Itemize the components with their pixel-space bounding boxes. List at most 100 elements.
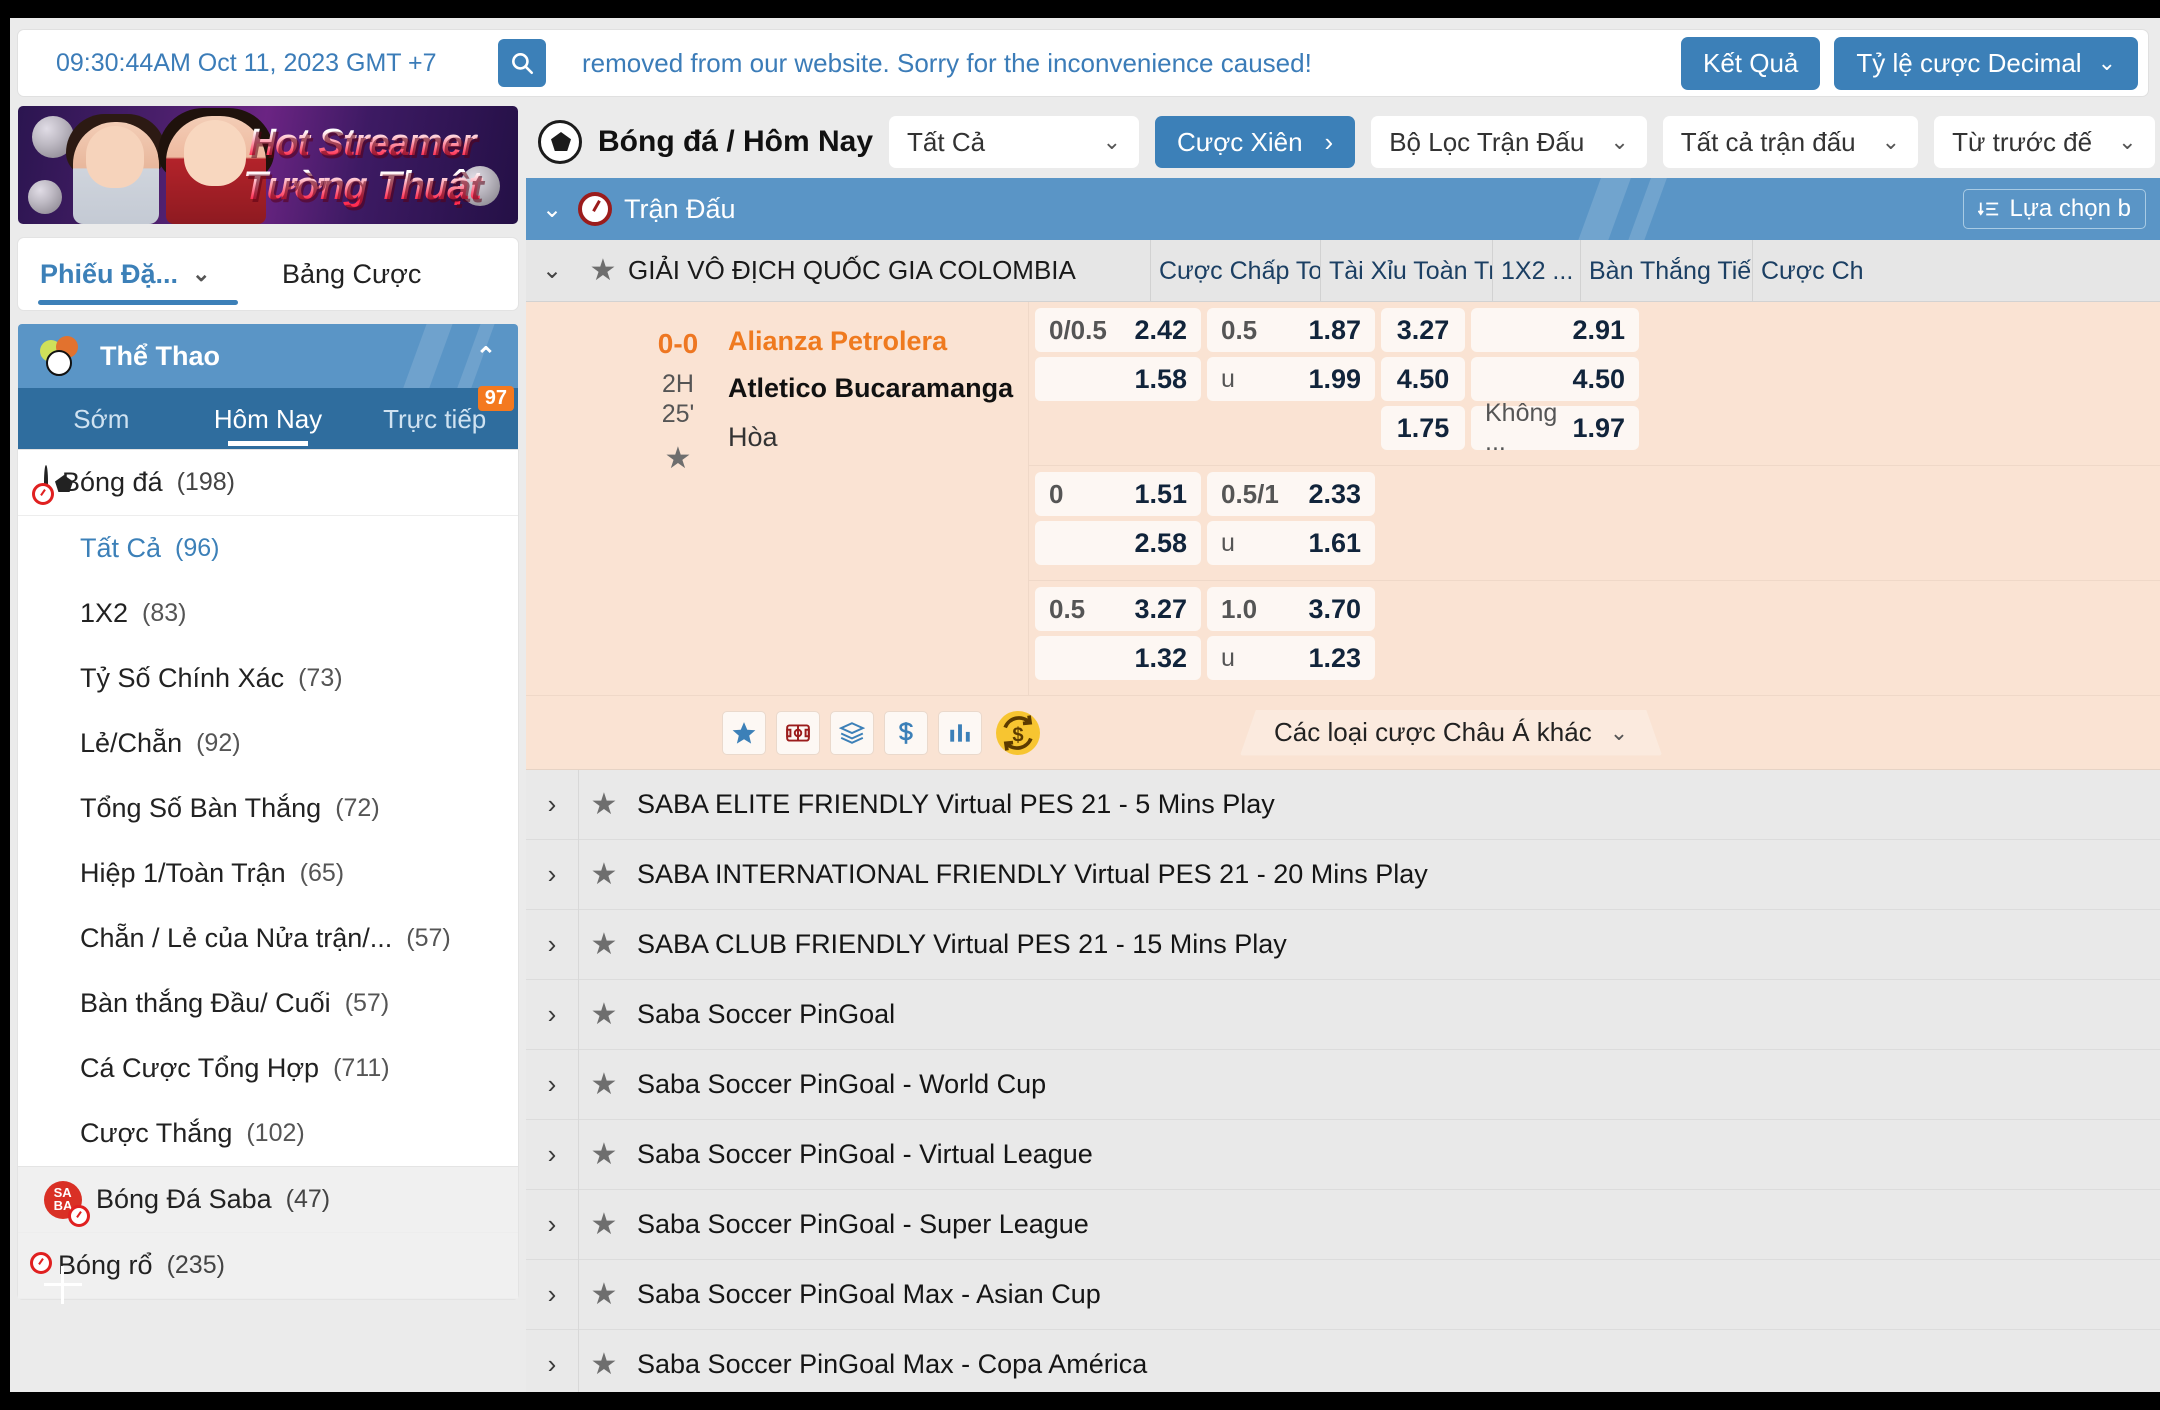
- model-1-face: [86, 126, 144, 188]
- league-list-item[interactable]: › ★ SABA CLUB FRIENDLY Virtual PES 21 - …: [526, 909, 2160, 980]
- sidebar-market-all[interactable]: Tất Cả (96): [18, 516, 518, 581]
- odds-line-2: 1.32 u 1.23: [1035, 636, 2160, 680]
- x12-away-odds[interactable]: 1.75: [1381, 406, 1465, 450]
- sidebar-market-1x2[interactable]: 1X2 (83): [18, 581, 518, 646]
- parlay-label: Cược Xiên: [1177, 126, 1303, 157]
- btts-yes-value: 2.91: [1572, 314, 1625, 345]
- sidebar-item-football[interactable]: Bóng đá (198): [18, 450, 518, 516]
- favorite-star-icon[interactable]: ★: [579, 857, 629, 892]
- chevron-right-icon[interactable]: ›: [526, 999, 578, 1030]
- chevron-right-icon[interactable]: ›: [526, 1139, 578, 1170]
- all-matches-select[interactable]: Tất cả trận đấu ⌄: [1662, 116, 1919, 168]
- time-filter-select[interactable]: Từ trước đế ⌄: [1934, 116, 2155, 168]
- x12-draw-odds[interactable]: 4.50: [1381, 357, 1465, 401]
- chevron-right-icon[interactable]: ›: [526, 929, 578, 960]
- results-button[interactable]: Kết Quả: [1681, 36, 1821, 90]
- sidebar-market-outright[interactable]: Cược Thắng (102): [18, 1101, 518, 1166]
- league-list-item[interactable]: › ★ SABA ELITE FRIENDLY Virtual PES 21 -…: [526, 769, 2160, 840]
- under-odds[interactable]: u 1.23: [1207, 636, 1375, 680]
- favorite-star-icon[interactable]: ★: [579, 927, 629, 962]
- sidebar-item-basketball[interactable]: Bóng rổ (235): [18, 1233, 518, 1299]
- handicap-home-odds[interactable]: 0.5 3.27: [1035, 587, 1201, 631]
- sport-subtabs: Sớm Hôm Nay Trực tiếp 97: [18, 385, 518, 450]
- league-list-item[interactable]: › ★ Saba Soccer PinGoal - Super League: [526, 1189, 2160, 1260]
- column-over-under: Tài Xỉu Toàn Tr...: [1320, 239, 1492, 302]
- stats-icon[interactable]: [938, 710, 982, 755]
- sidebar-market-first-last-goal[interactable]: Bàn thắng Đầu/ Cuối (57): [18, 971, 518, 1036]
- sidebar-item-saba-soccer[interactable]: SA BA Bóng Đá Saba (47): [18, 1167, 518, 1233]
- promo-banner[interactable]: Hot Streamer Tường Thuật: [18, 106, 518, 224]
- all-filter-label: Tất Cả: [907, 126, 986, 157]
- subtab-early[interactable]: Sớm: [18, 404, 185, 435]
- other-asian-bets-button[interactable]: Các loại cược Châu Á khác ⌄: [1240, 710, 1662, 756]
- sidebar-market-total-goals[interactable]: Tổng Số Bàn Thắng (72): [18, 776, 518, 841]
- chevron-right-icon[interactable]: ›: [526, 1069, 578, 1100]
- chevron-right-icon[interactable]: ›: [526, 789, 578, 820]
- league-list-item[interactable]: › ★ Saba Soccer PinGoal Max - Copa Améri…: [526, 1329, 2160, 1392]
- over-odds[interactable]: 0.5/1 2.33: [1207, 472, 1375, 516]
- sidebar-market-half-odd-even[interactable]: Chẵn / Lẻ của Nửa trận/... (57): [18, 906, 518, 971]
- subtab-today[interactable]: Hôm Nay: [185, 404, 352, 446]
- under-odds[interactable]: u 1.99: [1207, 357, 1375, 401]
- odds-format-select[interactable]: Tỷ lệ cược Decimal ⌄: [1834, 36, 2138, 90]
- handicap-home-odds[interactable]: 0/0.5 2.42: [1035, 308, 1201, 352]
- odds-line-2: 2.58 u 1.61: [1035, 521, 2160, 565]
- btts-no-odds[interactable]: 4.50: [1471, 357, 1639, 401]
- away-team-name[interactable]: Atletico Bucaramanga: [728, 373, 1028, 404]
- search-icon[interactable]: [498, 39, 546, 87]
- favorite-star-icon[interactable]: ★: [579, 997, 629, 1032]
- pitch-icon[interactable]: [776, 710, 820, 755]
- handicap-away-odds[interactable]: 1.32: [1035, 636, 1201, 680]
- chevron-right-icon[interactable]: ›: [526, 1209, 578, 1240]
- handicap-away-odds[interactable]: 2.58: [1035, 521, 1201, 565]
- btts-yes-odds[interactable]: 2.91: [1471, 308, 1639, 352]
- favorite-star-icon[interactable]: ★: [578, 253, 628, 288]
- league-list-item[interactable]: › ★ Saba Soccer PinGoal: [526, 979, 2160, 1050]
- home-team-name[interactable]: Alianza Petrolera: [728, 326, 1028, 357]
- favorite-star-icon[interactable]: ★: [579, 787, 629, 822]
- all-matches-label: Tất cả trận đấu: [1680, 126, 1856, 157]
- league-list-item[interactable]: › ★ Saba Soccer PinGoal Max - Asian Cup: [526, 1259, 2160, 1330]
- btts-third-odds[interactable]: Không ... 1.97: [1471, 399, 1639, 456]
- chevron-right-icon[interactable]: ›: [526, 1349, 578, 1380]
- sidebar-market-ht-ft[interactable]: Hiệp 1/Toàn Trận (65): [18, 841, 518, 906]
- favorite-star-icon[interactable]: ★: [579, 1207, 629, 1242]
- tab-bet-slip[interactable]: Phiếu Đặ... ⌄: [18, 259, 276, 290]
- handicap-home-odds[interactable]: 0 1.51: [1035, 472, 1201, 516]
- sidebar: Hot Streamer Tường Thuật Phiếu Đặ... ⌄ B…: [18, 106, 518, 1392]
- tab-bet-list[interactable]: Bảng Cược: [276, 259, 518, 290]
- favorite-star-icon[interactable]: ★: [579, 1067, 629, 1102]
- chevron-down-icon[interactable]: ⌄: [526, 195, 578, 224]
- chevron-right-icon[interactable]: ›: [526, 1279, 578, 1310]
- sidebar-market-correct-score[interactable]: Tỷ Số Chính Xác (73): [18, 646, 518, 711]
- favorite-star-icon[interactable]: ★: [579, 1137, 629, 1172]
- select-bets-button[interactable]: Lựa chọn b: [1962, 189, 2146, 229]
- sidebar-market-mix-parlay[interactable]: Cá Cược Tổng Hợp (711): [18, 1036, 518, 1101]
- subtab-live[interactable]: Trực tiếp 97: [351, 385, 518, 435]
- league-list-item-label: SABA ELITE FRIENDLY Virtual PES 21 - 5 M…: [637, 789, 1275, 819]
- parlay-button[interactable]: Cược Xiên ›: [1155, 116, 1356, 168]
- x12-away-value: 1.75: [1396, 412, 1450, 443]
- handicap-away-odds[interactable]: 1.58: [1035, 357, 1201, 401]
- all-filter-select[interactable]: Tất Cả ⌄: [889, 116, 1140, 168]
- league-list-item[interactable]: › ★ Saba Soccer PinGoal - Virtual League: [526, 1119, 2160, 1190]
- under-odds[interactable]: u 1.61: [1207, 521, 1375, 565]
- cashout-icon[interactable]: $: [996, 710, 1040, 755]
- over-odds[interactable]: 1.0 3.70: [1207, 587, 1375, 631]
- chevron-down-icon[interactable]: ⌄: [526, 256, 578, 285]
- sidebar-market-odd-even[interactable]: Lẻ/Chẵn (92): [18, 711, 518, 776]
- star-icon[interactable]: [722, 710, 766, 755]
- favorite-star-icon[interactable]: ★: [579, 1347, 629, 1382]
- chevron-right-icon[interactable]: ›: [526, 859, 578, 890]
- league-list-item[interactable]: › ★ Saba Soccer PinGoal - World Cup: [526, 1049, 2160, 1120]
- favorite-star-icon[interactable]: ★: [579, 1277, 629, 1312]
- stack-icon[interactable]: [830, 710, 874, 755]
- match-filter-select[interactable]: Bộ Lọc Trận Đấu ⌄: [1371, 116, 1647, 168]
- x12-home-odds[interactable]: 3.27: [1381, 308, 1465, 352]
- league-list-item[interactable]: › ★ SABA INTERNATIONAL FRIENDLY Virtual …: [526, 839, 2160, 910]
- over-odds[interactable]: 0.5 1.87: [1207, 308, 1375, 352]
- sports-section-header[interactable]: Thể Thao ⌃: [18, 324, 518, 388]
- league-list: › ★ SABA ELITE FRIENDLY Virtual PES 21 -…: [526, 769, 2160, 1392]
- dollar-icon[interactable]: [884, 710, 928, 755]
- favorite-star-icon[interactable]: ★: [628, 441, 728, 476]
